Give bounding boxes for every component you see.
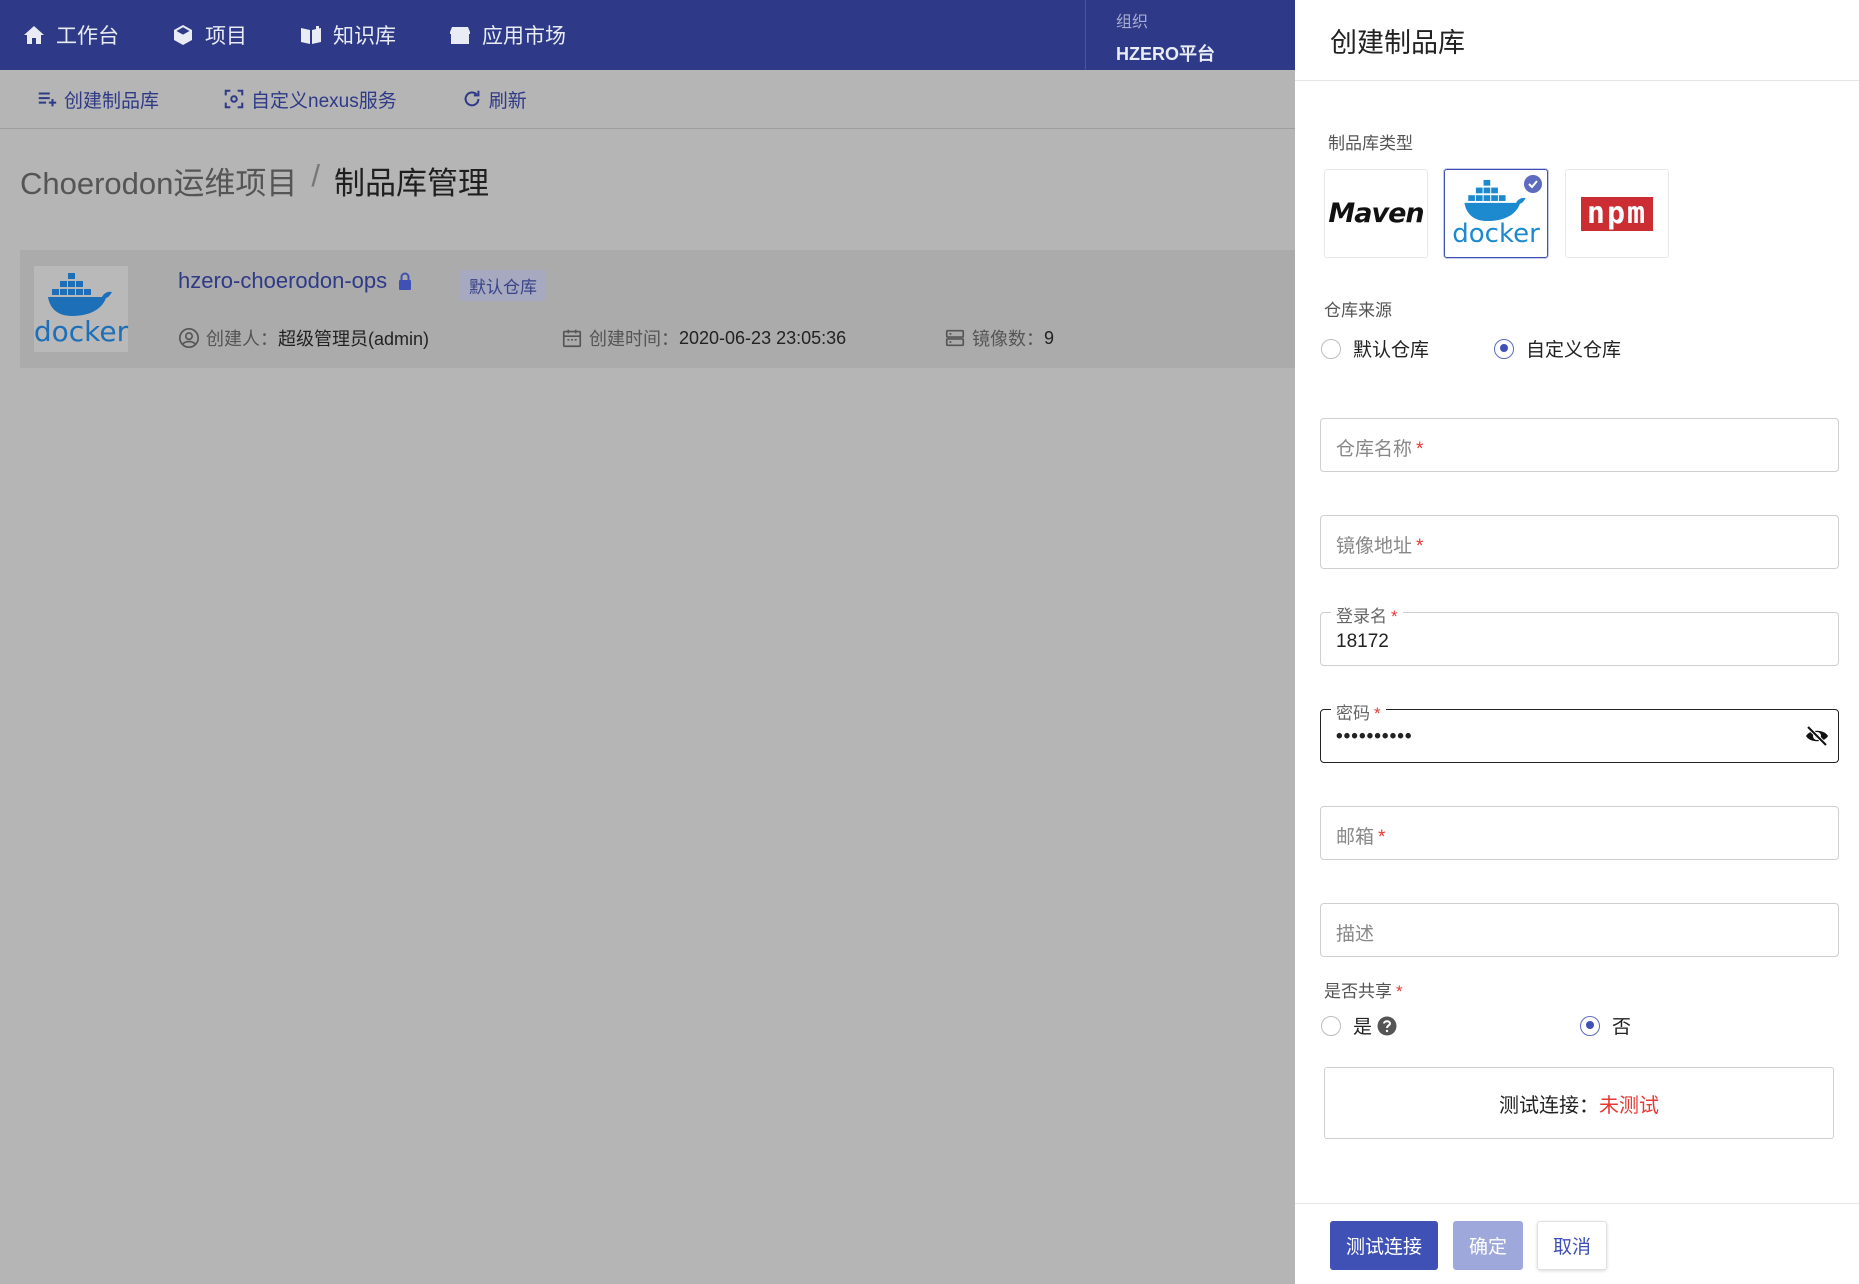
radio-share-no[interactable] [1580, 1015, 1600, 1036]
org-switcher[interactable]: 组织 HZERO平台 [1085, 0, 1295, 70]
confirm-button[interactable]: 确定 [1453, 1221, 1523, 1270]
toolbar: 创建制品库 自定义nexus服务 刷新 [0, 70, 1295, 129]
source-option-label: 默认仓库 [1353, 340, 1430, 361]
default-repo-badge: 默认仓库 [460, 270, 546, 301]
type-card-docker[interactable]: docker [1444, 169, 1548, 258]
test-connection-status: 测试连接： 未测试 [1324, 1067, 1834, 1139]
custom-nexus-label: 自定义nexus服务 [251, 90, 397, 112]
image-address-placeholder: 镜像地址 * [1336, 536, 1424, 557]
repo-name[interactable]: hzero-choerodon-ops [178, 268, 413, 294]
breadcrumb-project[interactable]: Choerodon运维项目 [20, 158, 297, 203]
password-input[interactable]: 密码 * •••••••••• [1320, 699, 1839, 763]
refresh-button[interactable]: 刷新 [429, 86, 559, 113]
cancel-button[interactable]: 取消 [1537, 1221, 1607, 1270]
create-repo-button[interactable]: 创建制品库 [0, 86, 191, 113]
center-focus-icon [224, 89, 244, 109]
org-value: HZERO平台 [1116, 44, 1215, 64]
create-repo-label: 创建制品库 [64, 90, 160, 112]
share-radio-no[interactable]: 否 [1580, 1012, 1631, 1039]
radio-custom-repo[interactable] [1494, 338, 1514, 359]
playlist-add-icon [38, 92, 57, 107]
created-label: 创建时间： [589, 329, 679, 349]
nav-label: 工作台 [56, 25, 119, 48]
password-value: •••••••••• [1336, 726, 1413, 747]
description-placeholder: 描述 [1336, 924, 1375, 945]
docker-logo: docker [34, 266, 128, 352]
calendar-icon [562, 329, 582, 348]
test-status-label: 测试连接： [1499, 1094, 1599, 1117]
npm-logo: npm [1580, 196, 1654, 231]
test-status-value: 未测试 [1599, 1094, 1659, 1117]
check-icon [1524, 175, 1542, 193]
maven-logo: Maven [1328, 198, 1424, 229]
share-label: 是否共享 * [1324, 982, 1403, 1001]
repo-image-count: 镜像数： 9 [944, 325, 1054, 351]
page-title: 制品库管理 [334, 166, 490, 201]
login-name-value: 18172 [1336, 631, 1389, 652]
login-name-label: 登录名 * [1331, 602, 1403, 627]
home-icon [24, 26, 44, 44]
repo-source-label: 仓库来源 [1324, 301, 1392, 320]
share-option-label: 否 [1612, 1017, 1632, 1038]
images-label: 镜像数： [972, 329, 1044, 349]
nav-item-projects[interactable]: 项目 [145, 0, 273, 70]
repo-type-label: 制品库类型 [1328, 134, 1413, 153]
nav-item-knowledge[interactable]: 知识库 [273, 0, 422, 70]
nav-label: 知识库 [333, 25, 396, 48]
nav-label: 项目 [205, 25, 247, 48]
email-placeholder: 邮箱 * [1336, 827, 1386, 848]
type-card-npm[interactable]: npm [1565, 169, 1669, 258]
refresh-icon [464, 90, 480, 107]
created-value: 2020-06-23 23:05:36 [679, 327, 847, 348]
creator-value: 超级管理员(admin) [278, 329, 430, 349]
drawer-title: 创建制品库 [1295, 0, 1859, 81]
help-icon[interactable] [1377, 1016, 1397, 1036]
breadcrumb-separator: / [311, 158, 321, 193]
visibility-off-icon[interactable] [1804, 724, 1830, 748]
nav-item-market[interactable]: 应用市场 [422, 0, 592, 70]
image-address-input[interactable]: 镜像地址 * [1320, 515, 1839, 569]
repo-created-time: 创建时间： 2020-06-23 23:05:36 [561, 325, 846, 351]
radio-default-repo[interactable] [1321, 338, 1341, 359]
share-option-label: 是 [1353, 1017, 1373, 1038]
images-value: 9 [1044, 327, 1055, 348]
lock-icon [399, 272, 412, 290]
refresh-label: 刷新 [488, 90, 527, 112]
nav-label: 应用市场 [482, 25, 566, 48]
repo-card[interactable]: docker hzero-choerodon-ops 默认仓库 创建人： 超级管… [20, 250, 1295, 368]
type-card-maven[interactable]: Maven [1324, 169, 1428, 258]
source-radio-default[interactable]: 默认仓库 [1321, 335, 1429, 362]
source-radio-custom[interactable]: 自定义仓库 [1494, 335, 1621, 362]
docker-logo-text: docker [1452, 219, 1540, 249]
docker-whale-icon [1464, 179, 1526, 222]
repo-name-placeholder: 仓库名称 * [1336, 439, 1424, 460]
custom-nexus-button[interactable]: 自定义nexus服务 [191, 86, 429, 113]
creator-label: 创建人： [206, 329, 278, 349]
source-option-label: 自定义仓库 [1526, 340, 1622, 361]
nav-item-workbench[interactable]: 工作台 [0, 0, 145, 70]
login-name-input[interactable]: 登录名 * 18172 [1320, 602, 1839, 666]
email-input[interactable]: 邮箱 * [1320, 806, 1839, 860]
cube-icon [174, 25, 192, 45]
top-nav: 工作台 项目 知识库 应用市场 组织 HZERO平台 [0, 0, 1295, 70]
docker-logo-text: docker [33, 314, 129, 348]
store-icon [450, 27, 470, 44]
repo-name-input[interactable]: 仓库名称 * [1320, 418, 1839, 472]
org-label: 组织 [1116, 14, 1149, 31]
test-connection-button[interactable]: 测试连接 [1330, 1221, 1438, 1270]
account-circle-icon [179, 328, 199, 348]
password-label: 密码 * [1331, 699, 1386, 724]
share-radio-yes[interactable]: 是 [1321, 1012, 1397, 1039]
breadcrumb: Choerodon运维项目 / 制品库管理 [20, 158, 489, 203]
docker-whale-icon [48, 272, 112, 316]
repo-creator: 创建人： 超级管理员(admin) [178, 325, 429, 351]
description-input[interactable]: 描述 [1320, 903, 1839, 957]
storage-icon [945, 329, 965, 347]
drawer-footer-divider [1295, 1203, 1859, 1204]
radio-share-yes[interactable] [1321, 1015, 1341, 1036]
repo-name-text: hzero-choerodon-ops [178, 268, 388, 293]
book-icon [301, 26, 321, 44]
